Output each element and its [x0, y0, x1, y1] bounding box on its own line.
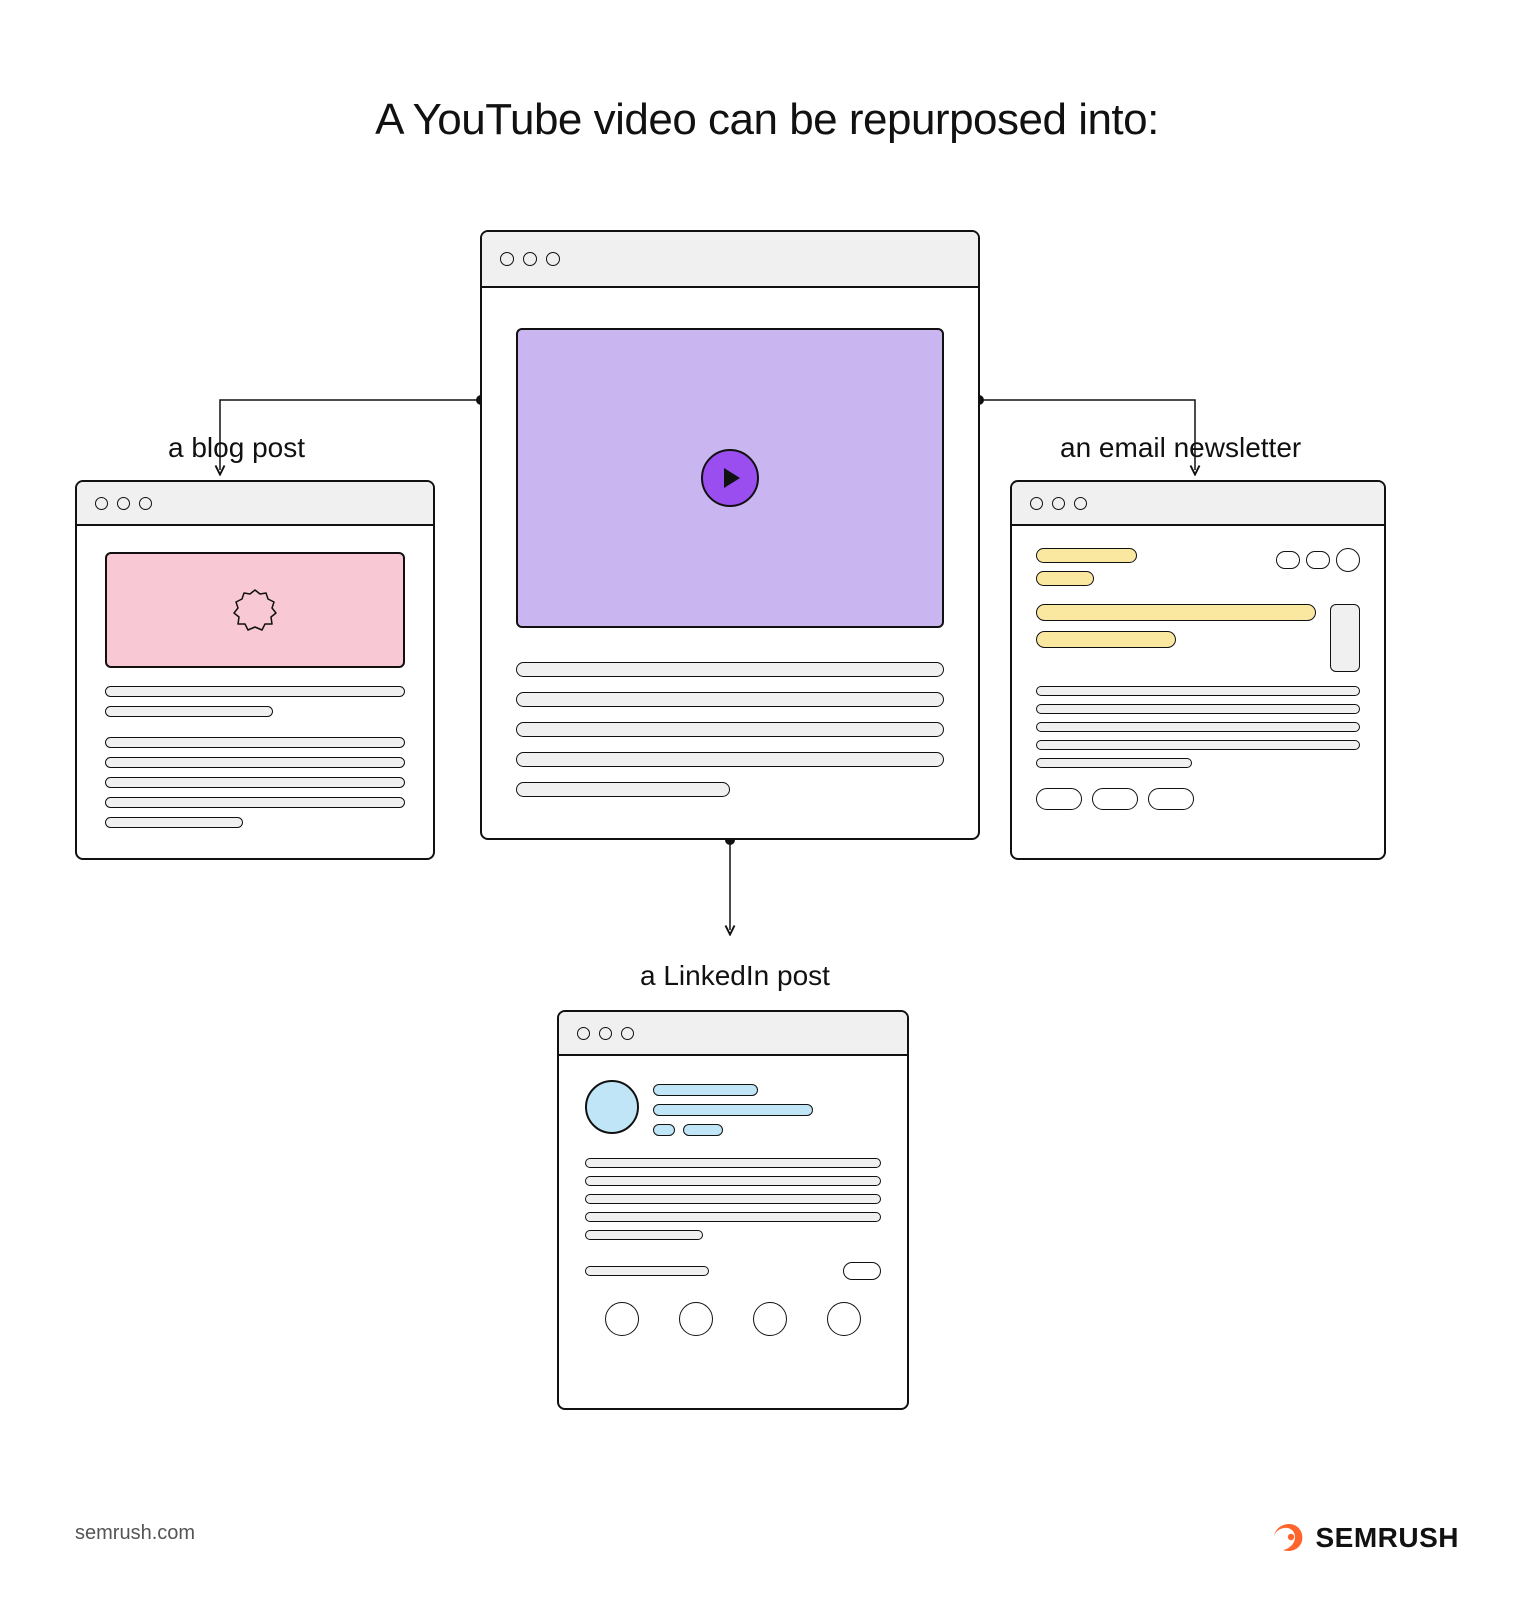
- badge-icon: [232, 587, 278, 633]
- window-dot-icon: [139, 497, 152, 510]
- brand-name: SEMRUSH: [1315, 1522, 1459, 1554]
- window-dot-icon: [117, 497, 130, 510]
- window-titlebar: [559, 1012, 907, 1056]
- semrush-icon: [1271, 1521, 1305, 1555]
- label-linkedin: a LinkedIn post: [640, 960, 830, 992]
- window-dot-icon: [523, 252, 537, 266]
- window-dot-icon: [500, 252, 514, 266]
- action-icon: [827, 1302, 861, 1336]
- window-dot-icon: [1052, 497, 1065, 510]
- window-dot-icon: [621, 1027, 634, 1040]
- window-dot-icon: [577, 1027, 590, 1040]
- diagram-title: A YouTube video can be repurposed into:: [0, 95, 1534, 145]
- action-icon: [605, 1302, 639, 1336]
- youtube-window: [480, 230, 980, 840]
- window-dot-icon: [546, 252, 560, 266]
- window-titlebar: [1012, 482, 1384, 526]
- brand-logo: SEMRUSH: [1271, 1521, 1459, 1555]
- window-titlebar: [77, 482, 433, 526]
- blog-window: [75, 480, 435, 860]
- window-titlebar: [482, 232, 978, 288]
- blog-hero-image: [105, 552, 405, 668]
- action-icon: [679, 1302, 713, 1336]
- window-dot-icon: [1030, 497, 1043, 510]
- window-dot-icon: [95, 497, 108, 510]
- label-email: an email newsletter: [1060, 432, 1301, 464]
- email-window: [1010, 480, 1386, 860]
- footer-url: semrush.com: [75, 1522, 195, 1545]
- window-dot-icon: [599, 1027, 612, 1040]
- play-icon: [701, 449, 759, 507]
- window-dot-icon: [1074, 497, 1087, 510]
- linkedin-window: [557, 1010, 909, 1410]
- label-blog: a blog post: [168, 432, 305, 464]
- action-icon: [753, 1302, 787, 1336]
- avatar-icon: [585, 1080, 639, 1134]
- video-thumbnail: [516, 328, 944, 628]
